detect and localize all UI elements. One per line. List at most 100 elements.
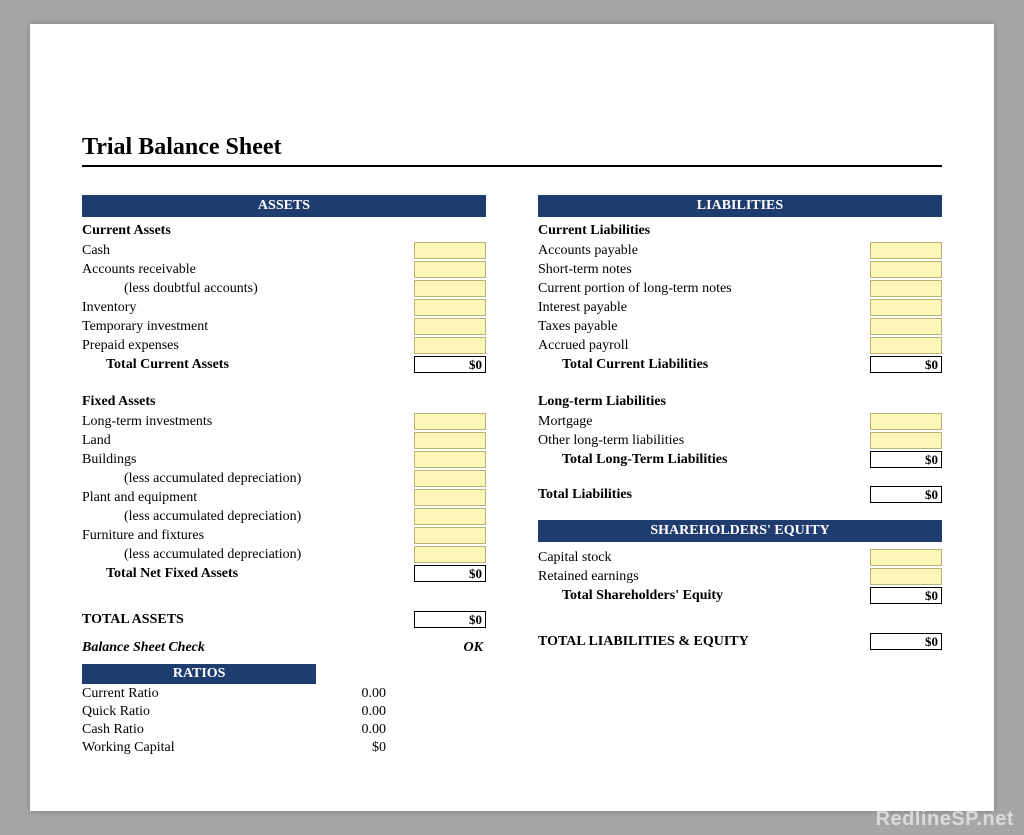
value-cell[interactable] [870, 242, 942, 259]
line-item-label: Long-term investments [82, 414, 408, 430]
total-value: $0 [414, 565, 486, 582]
line-item: Interest payable [538, 298, 942, 317]
line-item-label: Buildings [82, 452, 408, 468]
page-title: Trial Balance Sheet [82, 134, 942, 167]
line-item-label: Temporary investment [82, 319, 408, 335]
line-item: (less accumulated depreciation) [82, 469, 486, 488]
longterm-liabilities-items: MortgageOther long-term liabilities [538, 412, 942, 450]
fixed-assets-heading: Fixed Assets [82, 394, 486, 410]
line-item: (less doubtful accounts) [82, 279, 486, 298]
line-item: Taxes payable [538, 317, 942, 336]
longterm-liabilities-heading: Long-term Liabilities [538, 394, 942, 410]
line-item: (less accumulated depreciation) [82, 545, 486, 564]
total-assets-row: TOTAL ASSETS $0 [82, 611, 486, 628]
line-item: Current portion of long-term notes [538, 279, 942, 298]
value-cell[interactable] [414, 337, 486, 354]
line-item-label: Taxes payable [538, 319, 864, 335]
value-cell[interactable] [414, 280, 486, 297]
line-item-label: (less accumulated depreciation) [82, 509, 408, 525]
balance-check-row: Balance Sheet Check OK [82, 640, 486, 656]
line-item: Accrued payroll [538, 336, 942, 355]
value-cell[interactable] [870, 413, 942, 430]
total-liab-equity-label: TOTAL LIABILITIES & EQUITY [538, 634, 864, 650]
value-cell[interactable] [414, 261, 486, 278]
ratio-label: Quick Ratio [82, 704, 317, 722]
value-cell[interactable] [414, 508, 486, 525]
value-cell[interactable] [414, 432, 486, 449]
ratio-row: Current Ratio0.00 [82, 686, 389, 704]
line-item: Land [82, 431, 486, 450]
value-cell[interactable] [414, 489, 486, 506]
line-item: Prepaid expenses [82, 336, 486, 355]
ratio-value: 0.00 [317, 704, 389, 722]
line-item: Accounts receivable [82, 260, 486, 279]
line-item: Temporary investment [82, 317, 486, 336]
value-cell[interactable] [414, 318, 486, 335]
total-liabilities-value: $0 [870, 486, 942, 503]
current-assets-total: Total Current Assets $0 [82, 355, 486, 374]
assets-column: ASSETS Current Assets Cash Accounts recei… [82, 195, 486, 758]
value-cell[interactable] [870, 568, 942, 585]
value-cell[interactable] [414, 546, 486, 563]
value-cell[interactable] [414, 527, 486, 544]
total-value: $0 [414, 356, 486, 373]
ratio-row: Quick Ratio0.00 [82, 704, 389, 722]
line-item-label: Accounts payable [538, 243, 864, 259]
value-cell[interactable] [870, 432, 942, 449]
line-item: (less accumulated depreciation) [82, 507, 486, 526]
total-assets-value: $0 [414, 611, 486, 628]
line-item-label: Mortgage [538, 414, 864, 430]
value-cell[interactable] [414, 470, 486, 487]
value-cell[interactable] [870, 299, 942, 316]
current-liabilities-total: Total Current Liabilities $0 [538, 355, 942, 374]
balance-check-value: OK [414, 640, 486, 656]
line-item-label: Plant and equipment [82, 490, 408, 506]
value-cell[interactable] [414, 299, 486, 316]
line-item: Inventory [82, 298, 486, 317]
line-item-label: (less accumulated depreciation) [82, 547, 408, 563]
value-cell[interactable] [414, 451, 486, 468]
value-cell[interactable] [414, 413, 486, 430]
ratio-row: Cash Ratio0.00 [82, 722, 389, 740]
value-cell[interactable] [870, 337, 942, 354]
page: Trial Balance Sheet ASSETS Current Asset… [30, 24, 994, 811]
ratios-band: RATIOS [82, 664, 316, 684]
ratio-value: 0.00 [317, 686, 389, 704]
ratio-row: Working Capital$0 [82, 740, 389, 758]
value-cell[interactable] [870, 261, 942, 278]
current-assets-heading: Current Assets [82, 223, 486, 239]
line-item-label: Inventory [82, 300, 408, 316]
line-item-label: Prepaid expenses [82, 338, 408, 354]
total-liab-equity-value: $0 [870, 633, 942, 650]
total-liabilities-equity-row: TOTAL LIABILITIES & EQUITY $0 [538, 633, 942, 650]
line-item-label: Capital stock [538, 550, 864, 566]
value-cell[interactable] [870, 280, 942, 297]
line-item-label: Interest payable [538, 300, 864, 316]
line-item-label: Accrued payroll [538, 338, 864, 354]
line-item: Retained earnings [538, 567, 942, 586]
line-item-label: (less accumulated depreciation) [82, 471, 408, 487]
equity-band: SHAREHOLDERS' EQUITY [538, 520, 942, 542]
line-item: Other long-term liabilities [538, 431, 942, 450]
total-assets-label: TOTAL ASSETS [82, 612, 408, 628]
ratio-label: Working Capital [82, 740, 317, 758]
line-item-label: Retained earnings [538, 569, 864, 585]
total-label: Total Net Fixed Assets [82, 566, 408, 582]
line-item-label: Accounts receivable [82, 262, 408, 278]
assets-band: ASSETS [82, 195, 486, 217]
line-item: Short-term notes [538, 260, 942, 279]
line-item-label: Current portion of long-term notes [538, 281, 864, 297]
value-cell[interactable] [870, 318, 942, 335]
value-cell[interactable] [414, 242, 486, 259]
line-item-label: Land [82, 433, 408, 449]
total-value: $0 [870, 356, 942, 373]
line-item-label: (less doubtful accounts) [82, 281, 408, 297]
line-item-label: Short-term notes [538, 262, 864, 278]
line-item: Cash [82, 241, 486, 260]
total-value: $0 [870, 587, 942, 604]
total-liabilities-row: Total Liabilities $0 [538, 485, 942, 504]
watermark: RedlineSP.net [876, 808, 1014, 831]
total-label: Total Shareholders' Equity [538, 588, 864, 604]
equity-items: Capital stock Retained earnings [538, 548, 942, 586]
value-cell[interactable] [870, 549, 942, 566]
